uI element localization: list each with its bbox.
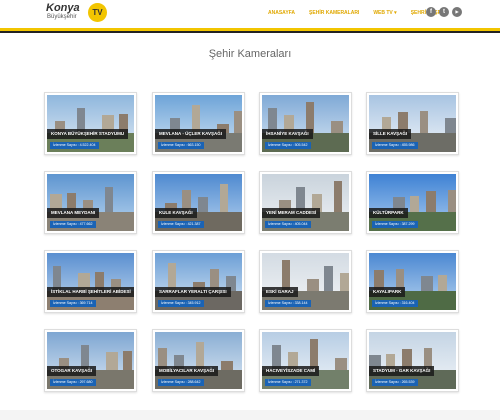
camera-thumbnail: OTOGAR KAVŞAĞI İzlenme Sayısı : 297.680	[47, 332, 134, 389]
camera-title: KONYA BÜYÜKŞEHİR STADYUMU	[47, 129, 129, 139]
camera-thumbnail: İHSANİYE KAVŞAĞI İzlenme Sayısı : 505.542	[262, 95, 349, 152]
camera-card[interactable]: KULE KAVŞAĞI İzlenme Sayısı : 421.387	[152, 171, 245, 234]
logo-text-secondary: Büyükşehir	[47, 14, 77, 20]
footer-strip	[0, 410, 500, 420]
view-count-badge: İzlenme Sayısı : 4.522.404	[50, 142, 99, 149]
site-logo[interactable]: Konya Büyükşehir TV	[46, 2, 110, 24]
camera-thumbnail: ESKİ GARAJ İzlenme Sayısı : 338.144	[262, 253, 349, 310]
camera-thumbnail: MOBİLYACILAR KAVŞAĞI İzlenme Sayısı : 288…	[155, 332, 242, 389]
camera-card[interactable]: İSTİKLAL HARBİ ŞEHİTLERİ ABİDESİ İzlenme …	[44, 250, 137, 313]
nav-home[interactable]: ANASAYFA	[268, 10, 295, 16]
page-title: Şehir Kameraları	[208, 48, 292, 60]
camera-title: MOBİLYACILAR KAVŞAĞI	[155, 366, 219, 376]
camera-title: MEVLANA MEYDANI	[47, 208, 100, 218]
camera-card[interactable]: STADYUM - GAR KAVŞAĞI İzlenme Sayısı : 26…	[366, 329, 459, 392]
site-header: Konya Büyükşehir TV ANASAYFA ŞEHİR KAMER…	[0, 0, 500, 30]
camera-title: ESKİ GARAJ	[262, 287, 298, 297]
view-count-badge: İzlenme Sayısı : 663.150	[158, 142, 204, 149]
camera-title: HACIVEYİSZADE CAMİ	[262, 366, 320, 376]
camera-title: KÜLTÜRPARK	[369, 208, 408, 218]
view-count-badge: İzlenme Sayısı : 477.662	[50, 221, 96, 228]
camera-thumbnail: KONYA BÜYÜKŞEHİR STADYUMU İzlenme Sayısı …	[47, 95, 134, 152]
camera-thumbnail: KÜLTÜRPARK İzlenme Sayısı : 387.299	[369, 174, 456, 231]
camera-thumbnail: MEVLANA - ÜÇLER KAVŞAĞI İzlenme Sayısı : …	[155, 95, 242, 152]
nav-city-cameras[interactable]: ŞEHİR KAMERALARI	[309, 10, 359, 16]
camera-thumbnail: YENİ MERAM CADDESİ İzlenme Sayısı : 405.0…	[262, 174, 349, 231]
chevron-down-icon: ▾	[394, 10, 397, 16]
camera-thumbnail: KAYALIPARK İzlenme Sayısı : 316.404	[369, 253, 456, 310]
thumbnail-building	[426, 190, 436, 214]
camera-title: SARRAFLAR YERALTI ÇARŞISI	[155, 287, 231, 297]
thumbnail-building	[220, 183, 228, 214]
social-links: f t ▶	[426, 7, 465, 17]
camera-card[interactable]: ESKİ GARAJ İzlenme Sayısı : 338.144	[259, 250, 352, 313]
camera-card[interactable]: KONYA BÜYÜKŞEHİR STADYUMU İzlenme Sayısı …	[44, 92, 137, 155]
youtube-icon[interactable]: ▶	[452, 7, 462, 17]
view-count-badge: İzlenme Sayısı : 288.642	[158, 379, 204, 386]
view-count-badge: İzlenme Sayısı : 265.539	[372, 379, 418, 386]
camera-card[interactable]: OTOGAR KAVŞAĞI İzlenme Sayısı : 297.680	[44, 329, 137, 392]
camera-card[interactable]: HACIVEYİSZADE CAMİ İzlenme Sayısı : 271.3…	[259, 329, 352, 392]
camera-card[interactable]: SİLLE KAVŞAĞI İzlenme Sayısı : 455.986	[366, 92, 459, 155]
camera-card[interactable]: İHSANİYE KAVŞAĞI İzlenme Sayısı : 505.542	[259, 92, 352, 155]
view-count-badge: İzlenme Sayısı : 421.387	[158, 221, 204, 228]
camera-title: SİLLE KAVŞAĞI	[369, 129, 412, 139]
camera-title: İSTİKLAL HARBİ ŞEHİTLERİ ABİDESİ	[47, 287, 134, 297]
nav-web-tv[interactable]: WEB TV ▾	[373, 10, 396, 16]
view-count-badge: İzlenme Sayısı : 338.144	[265, 300, 311, 307]
camera-card[interactable]: KAYALIPARK İzlenme Sayısı : 316.404	[366, 250, 459, 313]
camera-title: İHSANİYE KAVŞAĞI	[262, 129, 313, 139]
camera-thumbnail: SİLLE KAVŞAĞI İzlenme Sayısı : 455.986	[369, 95, 456, 152]
camera-card[interactable]: KÜLTÜRPARK İzlenme Sayısı : 387.299	[366, 171, 459, 234]
thumbnail-building	[334, 180, 342, 214]
thumbnail-building	[324, 265, 333, 293]
facebook-icon[interactable]: f	[426, 7, 436, 17]
view-count-badge: İzlenme Sayısı : 345.912	[158, 300, 204, 307]
view-count-badge: İzlenme Sayısı : 405.044	[265, 221, 311, 228]
view-count-badge: İzlenme Sayısı : 271.372	[265, 379, 311, 386]
view-count-badge: İzlenme Sayısı : 387.299	[372, 221, 418, 228]
camera-card[interactable]: MEVLANA - ÜÇLER KAVŞAĞI İzlenme Sayısı : …	[152, 92, 245, 155]
camera-thumbnail: SARRAFLAR YERALTI ÇARŞISI İzlenme Sayısı …	[155, 253, 242, 310]
view-count-badge: İzlenme Sayısı : 455.986	[372, 142, 418, 149]
camera-thumbnail: MEVLANA MEYDANI İzlenme Sayısı : 477.662	[47, 174, 134, 231]
header-divider	[0, 31, 500, 33]
view-count-badge: İzlenme Sayısı : 369.714	[50, 300, 96, 307]
camera-thumbnail: STADYUM - GAR KAVŞAĞI İzlenme Sayısı : 26…	[369, 332, 456, 389]
view-count-badge: İzlenme Sayısı : 505.542	[265, 142, 311, 149]
view-count-badge: İzlenme Sayısı : 297.680	[50, 379, 96, 386]
view-count-badge: İzlenme Sayısı : 316.404	[372, 300, 418, 307]
thumbnail-building	[105, 186, 113, 214]
twitter-icon[interactable]: t	[439, 7, 449, 17]
logo-text-primary: Konya	[46, 2, 80, 14]
camera-title: YENİ MERAM CADDESİ	[262, 208, 321, 218]
camera-thumbnail: KULE KAVŞAĞI İzlenme Sayısı : 421.387	[155, 174, 242, 231]
camera-title: STADYUM - GAR KAVŞAĞI	[369, 366, 435, 376]
camera-title: KULE KAVŞAĞI	[155, 208, 197, 218]
camera-card[interactable]: MEVLANA MEYDANI İzlenme Sayısı : 477.662	[44, 171, 137, 234]
thumbnail-building	[448, 189, 456, 214]
camera-title: KAYALIPARK	[369, 287, 406, 297]
thumbnail-building	[234, 110, 242, 135]
camera-title: MEVLANA - ÜÇLER KAVŞAĞI	[155, 129, 226, 139]
camera-title: OTOGAR KAVŞAĞI	[47, 366, 97, 376]
camera-card[interactable]: YENİ MERAM CADDESİ İzlenme Sayısı : 405.0…	[259, 171, 352, 234]
nav-web-tv-label: WEB TV	[373, 10, 393, 16]
logo-tv-badge: TV	[88, 3, 107, 22]
thumbnail-building	[420, 110, 428, 135]
camera-card[interactable]: MOBİLYACILAR KAVŞAĞI İzlenme Sayısı : 288…	[152, 329, 245, 392]
camera-card[interactable]: SARRAFLAR YERALTI ÇARŞISI İzlenme Sayısı …	[152, 250, 245, 313]
camera-thumbnail: İSTİKLAL HARBİ ŞEHİTLERİ ABİDESİ İzlenme …	[47, 253, 134, 310]
camera-thumbnail: HACIVEYİSZADE CAMİ İzlenme Sayısı : 271.3…	[262, 332, 349, 389]
